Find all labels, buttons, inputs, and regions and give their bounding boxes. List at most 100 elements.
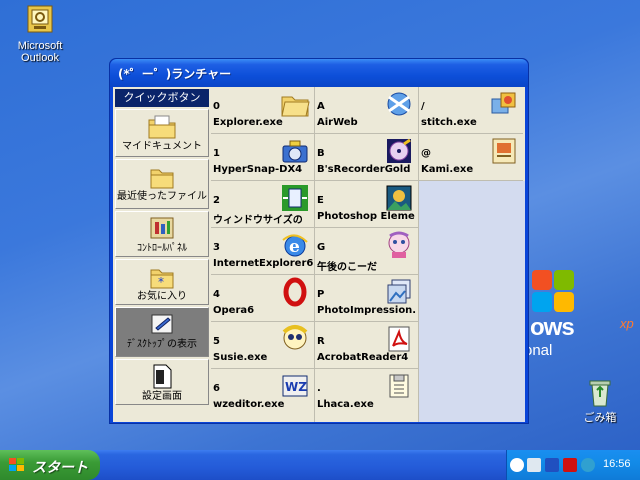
svg-text:WZ: WZ — [285, 380, 307, 394]
show-hidden-icons-icon[interactable] — [510, 458, 524, 472]
launch-cell-bsrecorder[interactable]: B B'sRecorderGold — [315, 134, 419, 181]
acrobat-icon — [384, 324, 414, 354]
logo-xp: xp — [620, 316, 634, 331]
windows-flag-icon — [532, 270, 576, 314]
info-icon[interactable] — [545, 458, 559, 472]
launcher-grid: 0 Explorer.exe A AirWeb / stitch.exe 1 H… — [211, 87, 525, 422]
launch-cell-lhaca[interactable]: . Lhaca.exe — [315, 369, 419, 422]
cell-key: 5 — [213, 336, 220, 347]
recycle-bin-icon — [584, 376, 616, 408]
settings-icon — [147, 362, 177, 390]
launch-cell-susie[interactable]: 5 Susie.exe — [211, 322, 315, 369]
launch-cell-wzeditor[interactable]: WZ 6 wzeditor.exe — [211, 369, 315, 422]
cell-key: P — [317, 289, 325, 300]
taskbar: スタート 16:56 — [0, 450, 640, 480]
launch-cell-explorer[interactable]: 0 Explorer.exe — [211, 87, 315, 134]
start-label: スタート — [32, 459, 88, 475]
quick-buttons-header: クイックボタン — [115, 89, 209, 107]
quick-item-settings[interactable]: 設定画面 — [115, 359, 209, 405]
window-body: クイックボタン マイドキュメント 最近使ったファイル ｺﾝﾄﾛｰﾙﾊﾟﾈﾙ * … — [113, 87, 525, 422]
outlook-icon — [24, 4, 56, 36]
cell-key: 4 — [213, 289, 220, 300]
windows-flag-icon — [9, 458, 25, 472]
wz-icon: WZ — [280, 371, 310, 401]
svg-text:e: e — [289, 237, 300, 257]
cell-name: Photoshop Eleme — [317, 211, 415, 222]
cell-name: Lhaca.exe — [317, 399, 374, 410]
cell-key: 6 — [213, 383, 220, 394]
cell-key: 0 — [213, 101, 220, 112]
cell-name: Susie.exe — [213, 352, 268, 363]
quick-item-label: ｺﾝﾄﾛｰﾙﾊﾟﾈﾙ — [137, 243, 187, 254]
launch-cell-stitch[interactable]: / stitch.exe — [419, 87, 523, 134]
photoshop-icon — [384, 183, 414, 213]
cell-key: 2 — [213, 195, 220, 206]
wallpaper-logo: ows xp onal — [522, 264, 640, 364]
cell-name: HyperSnap-DX4 — [213, 164, 303, 175]
launch-cell-ie[interactable]: e 3 InternetExplorer6 — [211, 228, 315, 275]
cell-name: Kami.exe — [421, 164, 474, 175]
cell-key: 1 — [213, 148, 220, 159]
quick-item-my-documents[interactable]: マイドキュメント — [115, 109, 209, 157]
cell-name: wzeditor.exe — [213, 399, 285, 410]
cell-name: Opera6 — [213, 305, 255, 316]
recycle-bin-label: ごみ箱 — [583, 412, 617, 424]
ati-icon[interactable] — [563, 458, 577, 472]
cd-recorder-icon — [384, 136, 414, 166]
quick-item-label: 最近使ったファイル — [117, 191, 207, 202]
window-titlebar[interactable]: (*゜ー゜)ランチャー — [110, 59, 528, 87]
kami-icon — [489, 136, 519, 166]
quick-item-show-desktop[interactable]: ﾃﾞｽｸﾄｯﾌﾟの表示 — [115, 307, 209, 357]
cell-key: @ — [421, 148, 431, 159]
cell-name: AirWeb — [317, 117, 358, 128]
cell-name: Explorer.exe — [213, 117, 283, 128]
launch-cell-gogo[interactable]: G 午後のこーだ — [315, 228, 419, 275]
launch-cell-kami[interactable]: @ Kami.exe — [419, 134, 523, 181]
launch-cell-window-size[interactable]: 2 ウィンドウサイズの — [211, 181, 315, 228]
globe-icon[interactable] — [581, 458, 595, 472]
logo-word: ows — [530, 314, 575, 341]
svg-text:*: * — [158, 275, 164, 289]
cell-name: InternetExplorer6 — [213, 258, 314, 269]
ie-icon: e — [280, 230, 310, 260]
opera-icon — [280, 277, 310, 307]
clock[interactable]: 16:56 — [603, 458, 631, 470]
outlook-label-2: Outlook — [21, 52, 59, 64]
window-size-icon — [280, 183, 310, 213]
cell-key: 3 — [213, 242, 220, 253]
launcher-window: (*゜ー゜)ランチャー クイックボタン マイドキュメント 最近使ったファイル ｺ… — [109, 58, 529, 424]
cell-key: B — [317, 148, 325, 159]
quick-item-recent-files[interactable]: 最近使ったファイル — [115, 159, 209, 209]
camera-icon — [280, 136, 310, 166]
launch-cell-opera[interactable]: 4 Opera6 — [211, 275, 315, 322]
cell-name: AcrobatReader4 — [317, 352, 409, 363]
quick-item-control-panel[interactable]: ｺﾝﾄﾛｰﾙﾊﾟﾈﾙ — [115, 211, 209, 257]
start-button[interactable]: スタート — [0, 450, 100, 480]
quick-item-label: お気に入り — [137, 291, 187, 302]
system-tray: 16:56 — [506, 450, 640, 480]
launch-cell-photoshop[interactable]: E Photoshop Eleme — [315, 181, 419, 228]
gogo-icon — [384, 230, 414, 260]
window-title: (*゜ー゜)ランチャー — [118, 67, 232, 81]
launch-cell-hypersnap[interactable]: 1 HyperSnap-DX4 — [211, 134, 315, 181]
show-desktop-icon — [147, 310, 177, 338]
cell-key: G — [317, 242, 326, 253]
launch-cell-photoimpression[interactable]: P PhotoImpression. — [315, 275, 419, 322]
favorites-icon: * — [147, 262, 177, 290]
quick-item-favorites[interactable]: * お気に入り — [115, 259, 209, 305]
empty-grid-area — [419, 181, 525, 422]
recycle-bin-desktop-icon[interactable]: ごみ箱 — [562, 376, 638, 424]
folder-documents-icon — [147, 112, 177, 140]
network-icon[interactable] — [527, 458, 541, 472]
launch-cell-airweb[interactable]: A AirWeb — [315, 87, 419, 134]
susie-icon — [280, 324, 310, 354]
cell-name: ウィンドウサイズの — [213, 215, 303, 226]
outlook-label-1: Microsoft — [17, 40, 63, 52]
control-panel-icon — [147, 214, 177, 242]
photoimpression-icon — [384, 277, 414, 307]
quick-item-label: ﾃﾞｽｸﾄｯﾌﾟの表示 — [127, 339, 197, 350]
outlook-desktop-icon[interactable]: Microsoft Outlook — [2, 4, 78, 64]
folder-recent-icon — [147, 162, 177, 190]
launch-cell-acrobat[interactable]: R AcrobatReader4 — [315, 322, 419, 369]
folder-icon — [280, 89, 310, 119]
